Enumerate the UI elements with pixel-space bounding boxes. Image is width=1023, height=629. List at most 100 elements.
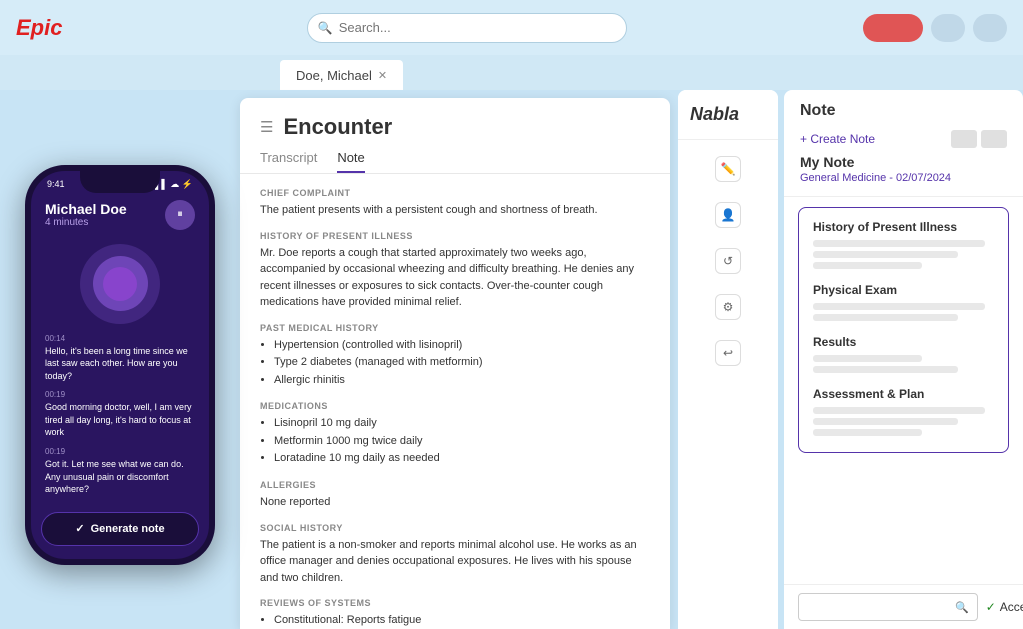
phone: 9:41 ▌▌ ☁ ⚡ Michael Doe 4 minutes ⏸	[25, 165, 215, 565]
top-button-red[interactable]	[863, 14, 923, 42]
phone-time: 9:41	[47, 179, 65, 189]
chat-time-0: 00:14	[45, 334, 195, 343]
accept-button[interactable]: ✓ Accept	[986, 600, 1023, 614]
note-line	[813, 240, 985, 247]
chat-message-2: 00:19 Got it. Let me see what we can do.…	[45, 447, 195, 496]
encounter-header: ☰ Encounter Transcript Note	[240, 98, 670, 174]
settings-icon[interactable]: ⚙	[715, 294, 741, 320]
phone-circle-dot	[103, 267, 137, 301]
chat-time-1: 00:19	[45, 390, 195, 399]
encounter-body: Chief Complaint The patient presents wit…	[240, 174, 670, 629]
pause-icon: ⏸	[177, 208, 183, 221]
note-line	[813, 251, 958, 258]
phone-circle-outer	[80, 244, 160, 324]
create-note-button[interactable]: + Create Note	[800, 132, 875, 146]
phone-visualizer	[45, 244, 195, 324]
chat-message-1: 00:19 Good morning doctor, well, I am ve…	[45, 390, 195, 439]
note-section-results-title: Results	[813, 335, 994, 349]
search-bar-wrapper: 🔍	[82, 13, 851, 43]
search-icon: 🔍	[318, 21, 333, 35]
hamburger-icon[interactable]: ☰	[260, 118, 273, 136]
tab-transcript[interactable]: Transcript	[260, 150, 317, 173]
nabla-icon-rail: ✏️ 👤 ↺ ⚙ ↩	[678, 140, 778, 629]
list-item: Hypertension (controlled with lisinopril…	[274, 337, 650, 355]
phone-circle-inner	[93, 256, 148, 311]
phone-area: 9:41 ▌▌ ☁ ⚡ Michael Doe 4 minutes ⏸	[0, 90, 240, 629]
chat-message-0: 00:14 Hello, it's been a long time since…	[45, 334, 195, 383]
phone-user-name: Michael Doe	[45, 201, 127, 217]
edit-icon[interactable]: ✏️	[715, 156, 741, 182]
section-text-allergies: None reported	[260, 494, 650, 511]
chat-text-1: Good morning doctor, well, I am very tir…	[45, 401, 195, 439]
search-bar[interactable]: 🔍	[307, 13, 627, 43]
tab-label: Doe, Michael	[296, 68, 372, 83]
list-item: Metformin 1000 mg twice daily	[274, 433, 650, 451]
note-line	[813, 262, 922, 269]
note-toggle-group	[951, 130, 1007, 148]
note-line	[813, 366, 958, 373]
phone-signal-icons: ▌▌ ☁ ⚡	[155, 179, 193, 190]
refresh-icon[interactable]: ↺	[715, 248, 741, 274]
main-area: 9:41 ▌▌ ☁ ⚡ Michael Doe 4 minutes ⏸	[0, 90, 1023, 629]
tab-note[interactable]: Note	[337, 150, 364, 173]
top-bar: Epic 🔍	[0, 0, 1023, 55]
note-section-assessment-title: Assessment & Plan	[813, 387, 994, 401]
phone-user-info: Michael Doe 4 minutes	[45, 201, 127, 228]
note-section-hpi-title: History of Present Illness	[813, 220, 994, 234]
encounter-title: Encounter	[283, 114, 392, 140]
my-note-label: My Note	[800, 154, 1007, 170]
epic-logo: Epic	[16, 15, 62, 41]
note-search-input[interactable]	[807, 601, 949, 613]
note-header: Note + Create Note My Note General Medic…	[784, 90, 1023, 197]
note-search-box: 🔍	[798, 593, 978, 621]
note-date: General Medicine - 02/07/2024	[800, 172, 1007, 184]
section-text-chief-complaint: The patient presents with a persistent c…	[260, 202, 650, 219]
top-button-gray1[interactable]	[931, 14, 965, 42]
tab-row: Doe, Michael ✕	[0, 55, 1023, 90]
phone-content: Michael Doe 4 minutes ⏸	[31, 190, 209, 504]
check-icon: ✓	[986, 600, 996, 614]
generate-note-label: Generate note	[91, 523, 165, 535]
note-card: History of Present Illness Physical Exam…	[798, 207, 1009, 453]
phone-user-time: 4 minutes	[45, 217, 127, 228]
note-search-icon: 🔍	[955, 601, 969, 614]
phone-notch	[80, 171, 160, 193]
list-item: Type 2 diabetes (managed with metformin)	[274, 354, 650, 372]
phone-footer: ✓ Generate note	[31, 504, 209, 560]
section-label-chief-complaint: Chief Complaint	[260, 188, 650, 198]
list-item: Allergic rhinitis	[274, 372, 650, 390]
tab-doe-michael[interactable]: Doe, Michael ✕	[280, 60, 403, 90]
section-text-hpi: Mr. Doe reports a cough that started app…	[260, 245, 650, 311]
user-icon[interactable]: 👤	[715, 202, 741, 228]
generate-note-button[interactable]: ✓ Generate note	[41, 512, 199, 546]
note-line	[813, 418, 958, 425]
create-note-label: + Create Note	[800, 132, 875, 146]
note-section-pe-title: Physical Exam	[813, 283, 994, 297]
note-toggle-2[interactable]	[981, 130, 1007, 148]
nabla-header: Nabla	[678, 90, 778, 140]
section-label-allergies: Allergies	[260, 480, 650, 490]
note-line	[813, 429, 922, 436]
section-label-medications: Medications	[260, 401, 650, 411]
reply-icon[interactable]: ↩	[715, 340, 741, 366]
nabla-panel: Nabla ✏️ 👤 ↺ ⚙ ↩	[678, 90, 778, 629]
top-right-buttons	[863, 14, 1007, 42]
ros-list: Constitutional: Reports fatigue Respirat…	[260, 612, 650, 629]
encounter-title-row: ☰ Encounter	[260, 114, 650, 140]
phone-user-row: Michael Doe 4 minutes ⏸	[45, 200, 195, 230]
search-input[interactable]	[339, 20, 616, 35]
tab-close-icon[interactable]: ✕	[378, 69, 387, 82]
nabla-logo: Nabla	[690, 104, 739, 124]
note-panel: Note + Create Note My Note General Medic…	[784, 90, 1023, 629]
list-item: Constitutional: Reports fatigue	[274, 612, 650, 629]
top-button-gray2[interactable]	[973, 14, 1007, 42]
note-footer: 🔍 ✓ Accept ✕ Cancel	[784, 584, 1023, 629]
list-item: Lisinopril 10 mg daily	[274, 415, 650, 433]
note-line	[813, 407, 985, 414]
note-toggle-1[interactable]	[951, 130, 977, 148]
chat-time-2: 00:19	[45, 447, 195, 456]
section-label-social: Social History	[260, 523, 650, 533]
note-header-title: Note	[800, 102, 1007, 120]
phone-chat: 00:14 Hello, it's been a long time since…	[45, 334, 195, 504]
list-item: Loratadine 10 mg daily as needed	[274, 450, 650, 468]
